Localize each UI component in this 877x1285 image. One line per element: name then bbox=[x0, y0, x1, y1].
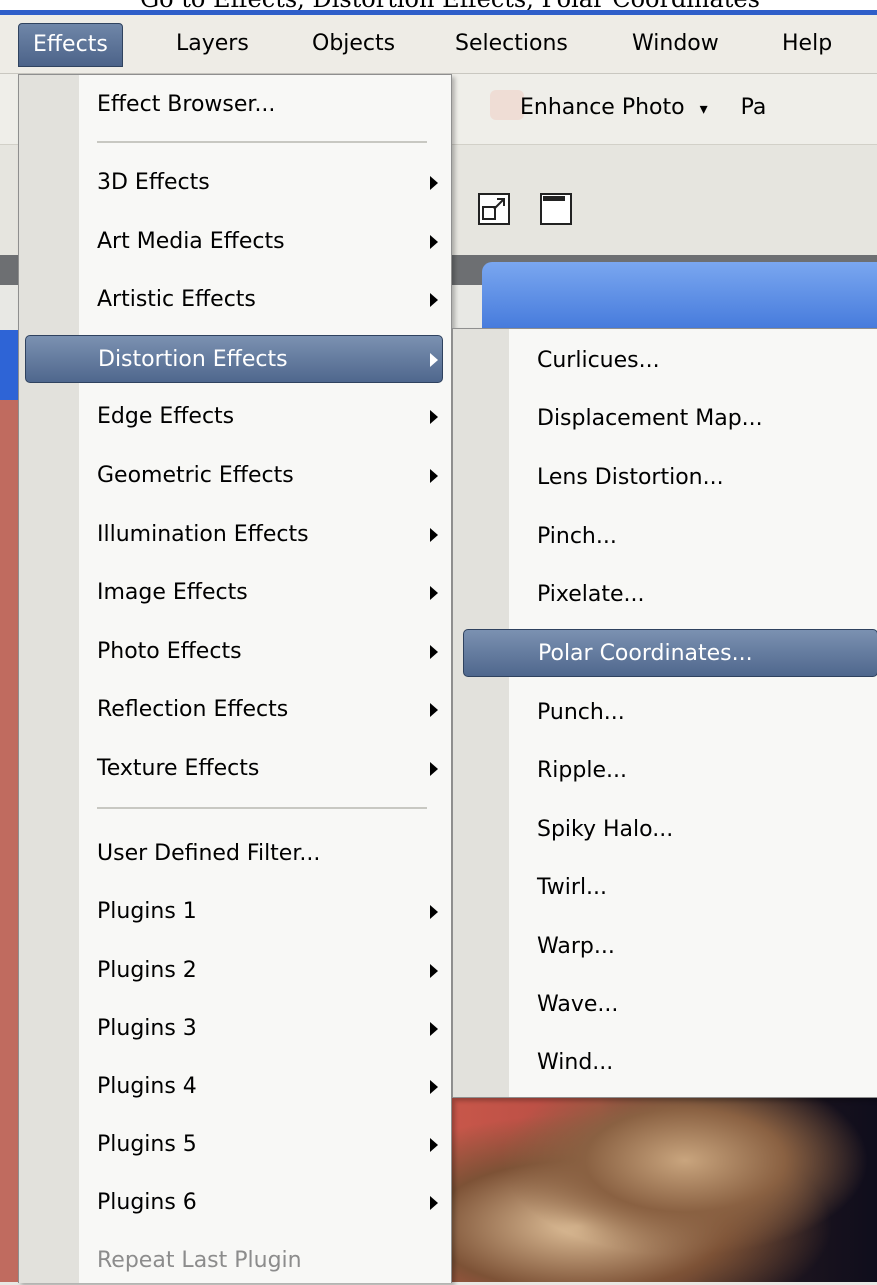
menu-item-label: Distortion Effects bbox=[98, 347, 288, 372]
menu-item-user-defined-filter[interactable]: User Defined Filter... bbox=[97, 830, 320, 878]
submenu-item-twirl[interactable]: Twirl... bbox=[537, 864, 607, 912]
submenu-arrow-icon bbox=[430, 964, 438, 978]
palettes-label-partial: Pa bbox=[740, 95, 767, 120]
submenu-item-polar-coordinates[interactable]: Polar Coordinates... bbox=[463, 629, 877, 677]
menu-item-artistic-effects[interactable]: Artistic Effects bbox=[97, 276, 443, 324]
menu-item-label: Geometric Effects bbox=[97, 463, 294, 488]
menu-item-plugins-4[interactable]: Plugins 4 bbox=[97, 1063, 443, 1111]
submenu-arrow-icon bbox=[430, 586, 438, 600]
menu-item-label: Art Media Effects bbox=[97, 229, 285, 254]
submenu-arrow-icon bbox=[430, 1022, 438, 1036]
menu-bar: Effects Layers Objects Selections Window… bbox=[0, 15, 877, 74]
menu-item-label: Plugins 5 bbox=[97, 1132, 197, 1157]
menu-item-edge-effects[interactable]: Edge Effects bbox=[97, 393, 443, 441]
submenu-item-ripple[interactable]: Ripple... bbox=[537, 747, 627, 795]
menu-gutter bbox=[453, 329, 509, 1097]
menu-item-art-media-effects[interactable]: Art Media Effects bbox=[97, 218, 443, 266]
enhance-photo-button[interactable]: Enhance Photo ▾ Pa bbox=[520, 95, 766, 120]
menu-gutter bbox=[19, 75, 79, 1283]
menu-item-repeat-last-plugin: Repeat Last Plugin bbox=[97, 1248, 302, 1273]
menu-separator bbox=[97, 141, 427, 143]
effects-menu: Effect Browser... 3D Effects Art Media E… bbox=[18, 74, 452, 1283]
enhance-photo-icon bbox=[490, 90, 524, 120]
distortion-effects-submenu: Curlicues... Displacement Map... Lens Di… bbox=[452, 328, 877, 1098]
submenu-arrow-icon bbox=[430, 762, 438, 776]
submenu-arrow-icon bbox=[430, 528, 438, 542]
menu-item-plugins-6[interactable]: Plugins 6 bbox=[97, 1179, 443, 1227]
menu-item-distortion-effects[interactable]: Distortion Effects bbox=[25, 335, 443, 383]
submenu-item-curlicues[interactable]: Curlicues... bbox=[537, 337, 660, 385]
menu-item-label: Illumination Effects bbox=[97, 522, 309, 547]
enhance-photo-label: Enhance Photo bbox=[520, 95, 685, 120]
menu-item-photo-effects[interactable]: Photo Effects bbox=[97, 628, 443, 676]
menu-item-label: 3D Effects bbox=[97, 170, 210, 195]
submenu-arrow-icon bbox=[430, 410, 438, 424]
menu-item-label: Photo Effects bbox=[97, 639, 242, 664]
left-panel-edge bbox=[0, 330, 18, 400]
submenu-item-spiky-halo[interactable]: Spiky Halo... bbox=[537, 806, 673, 854]
photo-canvas bbox=[450, 1095, 877, 1282]
menu-item-reflection-effects[interactable]: Reflection Effects bbox=[97, 686, 443, 734]
submenu-arrow-icon bbox=[430, 293, 438, 307]
menu-selections[interactable]: Selections bbox=[441, 23, 582, 65]
submenu-item-warp[interactable]: Warp... bbox=[537, 923, 615, 971]
maximize-icon[interactable] bbox=[478, 193, 510, 225]
submenu-item-pixelate[interactable]: Pixelate... bbox=[537, 571, 645, 619]
submenu-arrow-icon bbox=[430, 469, 438, 483]
submenu-item-displacement-map[interactable]: Displacement Map... bbox=[537, 395, 763, 443]
menu-objects[interactable]: Objects bbox=[298, 23, 409, 65]
menu-window[interactable]: Window bbox=[618, 23, 733, 65]
menu-item-plugins-2[interactable]: Plugins 2 bbox=[97, 947, 443, 995]
submenu-arrow-icon bbox=[430, 353, 438, 367]
submenu-item-lens-distortion[interactable]: Lens Distortion... bbox=[537, 454, 724, 502]
menu-item-label: Plugins 3 bbox=[97, 1016, 197, 1041]
submenu-arrow-icon bbox=[430, 235, 438, 249]
menu-item-plugins-3[interactable]: Plugins 3 bbox=[97, 1005, 443, 1053]
menu-item-geometric-effects[interactable]: Geometric Effects bbox=[97, 452, 443, 500]
submenu-arrow-icon bbox=[430, 905, 438, 919]
menu-item-label: Texture Effects bbox=[97, 756, 260, 781]
submenu-item-wind[interactable]: Wind... bbox=[537, 1039, 613, 1087]
menu-separator bbox=[97, 807, 427, 809]
menu-item-3d-effects[interactable]: 3D Effects bbox=[97, 159, 443, 207]
submenu-arrow-icon bbox=[430, 645, 438, 659]
menu-help[interactable]: Help bbox=[768, 23, 846, 65]
window-icon[interactable] bbox=[540, 193, 572, 225]
menu-item-effect-browser[interactable]: Effect Browser... bbox=[97, 81, 275, 129]
left-canvas-edge bbox=[0, 400, 18, 1282]
menu-item-label: Plugins 1 bbox=[97, 899, 197, 924]
menu-item-label: Plugins 2 bbox=[97, 958, 197, 983]
menu-item-label: Artistic Effects bbox=[97, 287, 256, 312]
submenu-arrow-icon bbox=[430, 176, 438, 190]
menu-item-image-effects[interactable]: Image Effects bbox=[97, 569, 443, 617]
submenu-item-punch[interactable]: Punch... bbox=[537, 689, 625, 737]
menu-effects[interactable]: Effects bbox=[18, 23, 123, 67]
menu-item-plugins-5[interactable]: Plugins 5 bbox=[97, 1121, 443, 1169]
submenu-arrow-icon bbox=[430, 1196, 438, 1210]
menu-item-plugins-1[interactable]: Plugins 1 bbox=[97, 888, 443, 936]
submenu-arrow-icon bbox=[430, 703, 438, 717]
menu-item-label: Plugins 6 bbox=[97, 1190, 197, 1215]
menu-layers[interactable]: Layers bbox=[162, 23, 263, 65]
submenu-arrow-icon bbox=[430, 1080, 438, 1094]
menu-item-label: Edge Effects bbox=[97, 404, 235, 429]
submenu-item-pinch[interactable]: Pinch... bbox=[537, 513, 617, 561]
menu-item-illumination-effects[interactable]: Illumination Effects bbox=[97, 511, 443, 559]
menu-item-label: Reflection Effects bbox=[97, 697, 289, 722]
menu-item-texture-effects[interactable]: Texture Effects bbox=[97, 745, 443, 793]
chevron-down-icon: ▾ bbox=[699, 99, 708, 118]
menu-item-label: Image Effects bbox=[97, 580, 248, 605]
menu-item-label: Plugins 4 bbox=[97, 1074, 197, 1099]
submenu-arrow-icon bbox=[430, 1138, 438, 1152]
submenu-item-wave[interactable]: Wave... bbox=[537, 981, 618, 1029]
